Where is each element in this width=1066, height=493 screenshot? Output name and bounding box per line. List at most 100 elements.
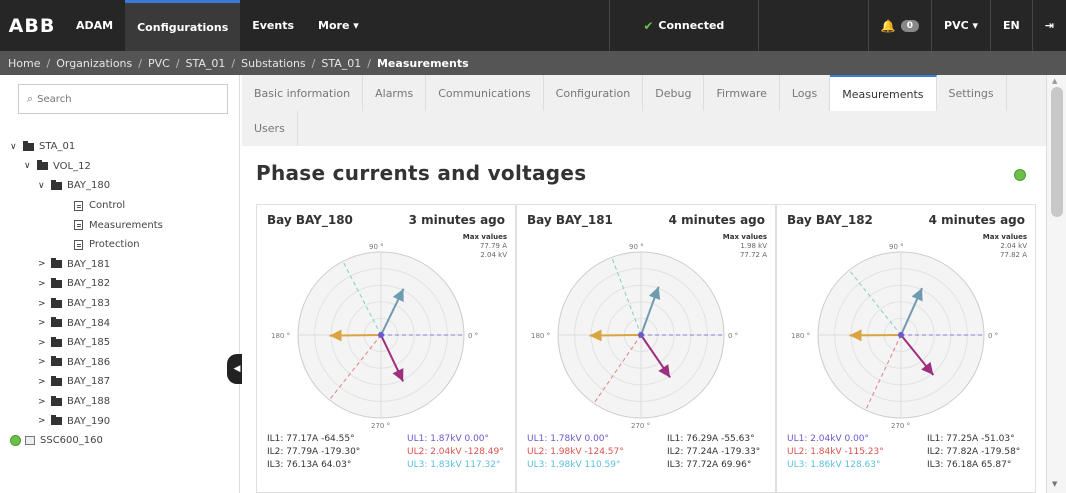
tree-item[interactable]: ∨ VOL_12: [8, 157, 238, 177]
tree-item[interactable]: > BAY_182: [8, 274, 238, 294]
tree-item[interactable]: > BAY_184: [8, 313, 238, 333]
reading-il3: IL3: 76.18A 65.87°: [927, 460, 1012, 470]
tab-logs[interactable]: Logs: [780, 75, 831, 111]
tree-item[interactable]: SSC600_160: [8, 431, 238, 451]
breadcrumb-sta01-sub[interactable]: STA_01: [321, 57, 361, 70]
main-content: Phase currents and voltages Bay BAY_180 3…: [242, 146, 1046, 493]
chevron-right-icon[interactable]: >: [38, 377, 48, 387]
axis-label-right: 0 °: [988, 332, 998, 340]
abb-logo[interactable]: ABB: [0, 0, 64, 51]
tab-settings[interactable]: Settings: [937, 75, 1007, 111]
notifications-button[interactable]: 🔔 0: [869, 0, 933, 51]
tree-item[interactable]: > BAY_190: [8, 411, 238, 431]
reading-ul1: UL1: 1.78kV 0.00°: [527, 434, 610, 444]
axis-label-left: 180 °: [791, 332, 810, 340]
tab-configuration[interactable]: Configuration: [544, 75, 644, 111]
tab-communications[interactable]: Communications: [426, 75, 544, 111]
language-selector[interactable]: EN: [991, 0, 1033, 51]
search-input[interactable]: [37, 93, 208, 105]
folder-icon: [51, 336, 62, 347]
chevron-right-icon[interactable]: >: [38, 279, 48, 289]
tree-item[interactable]: > BAY_187: [8, 372, 238, 392]
card-title: Bay BAY_182: [787, 213, 873, 227]
tab-measurements[interactable]: Measurements: [830, 75, 937, 111]
online-status-icon: [10, 435, 21, 447]
nav-events[interactable]: Events: [240, 0, 306, 51]
tree-item-label: BAY_188: [67, 396, 111, 408]
page-scrollbar[interactable]: ▲ ▼: [1046, 75, 1066, 493]
folder-icon: [51, 277, 62, 288]
reading-ul1: UL1: 2.04kV 0.00°: [787, 434, 870, 444]
logout-button[interactable]: ⇥: [1033, 0, 1066, 51]
tree-item[interactable]: > BAY_185: [8, 333, 238, 353]
polar-origin: [638, 332, 644, 338]
axis-label-bottom: 270 °: [891, 422, 910, 430]
reading-il1: IL1: 76.29A -55.63°: [667, 434, 755, 444]
reading-il1: IL1: 77.17A -64.55°: [267, 434, 355, 444]
tab-users[interactable]: Users: [242, 111, 298, 146]
folder-icon: [51, 375, 62, 386]
chevron-right-icon[interactable]: >: [38, 416, 48, 426]
phasor-il2-arrow: [589, 329, 642, 342]
breadcrumb-home[interactable]: Home: [8, 57, 40, 70]
chevron-right-icon[interactable]: >: [38, 299, 48, 309]
tree-item[interactable]: > BAY_188: [8, 392, 238, 412]
organization-menu[interactable]: PVC ▾: [932, 0, 992, 51]
tab-basic-information[interactable]: Basic information: [242, 75, 364, 111]
card-title: Bay BAY_181: [527, 213, 613, 227]
axis-label-top: 90 °: [629, 243, 644, 251]
tree-item[interactable]: ∨ STA_01: [8, 137, 238, 157]
connection-status-label: Connected: [658, 19, 725, 32]
nav-configurations[interactable]: Configurations: [125, 0, 241, 51]
phasor-cards: Bay BAY_180 3 minutes ago Max values 77.79 …: [256, 204, 1036, 493]
axis-label-bottom: 270 °: [631, 422, 650, 430]
chevron-right-icon[interactable]: >: [38, 259, 48, 269]
tab-debug[interactable]: Debug: [643, 75, 705, 111]
nav-adam[interactable]: ADAM: [64, 0, 125, 51]
tree-item-label: BAY_181: [67, 258, 111, 270]
phasor-card: Bay BAY_181 4 minutes ago Max values 1.98 k…: [516, 204, 776, 493]
scroll-up-arrow-icon[interactable]: ▲: [1052, 77, 1057, 85]
tab-alarms[interactable]: Alarms: [363, 75, 427, 111]
tree-item[interactable]: > BAY_186: [8, 353, 238, 373]
tab-row-primary: Basic information Alarms Communications Con…: [242, 75, 1046, 111]
folder-icon: [51, 356, 62, 367]
tree-item-label: BAY_187: [67, 376, 111, 388]
polar-origin: [378, 332, 384, 338]
tree-item[interactable]: > BAY_181: [8, 255, 238, 275]
axis-label-right: 0 °: [468, 332, 478, 340]
check-icon: ✔: [643, 18, 654, 33]
polar-origin: [898, 332, 904, 338]
tree-item[interactable]: Protection: [8, 235, 238, 255]
breadcrumb-substations[interactable]: Substations: [241, 57, 306, 70]
scroll-down-arrow-icon[interactable]: ▼: [1052, 480, 1057, 488]
folder-icon: [51, 415, 62, 426]
scroll-thumb[interactable]: [1051, 87, 1063, 217]
chevron-right-icon[interactable]: >: [38, 397, 48, 407]
reading-ul3: UL3: 1.83kV 117.32°: [407, 460, 501, 470]
chevron-down-icon[interactable]: ∨: [24, 161, 34, 171]
document-icon: [74, 220, 83, 231]
breadcrumb-sta01[interactable]: STA_01: [186, 57, 226, 70]
tree-item[interactable]: > BAY_183: [8, 294, 238, 314]
nav-more-menu[interactable]: More ▾: [306, 0, 371, 51]
tab-firmware[interactable]: Firmware: [704, 75, 780, 111]
reading-il2: IL2: 77.79A -179.30°: [267, 447, 361, 457]
tree-item[interactable]: Control: [8, 196, 238, 216]
chevron-down-icon[interactable]: ∨: [38, 181, 48, 191]
search-box[interactable]: ⌕: [18, 84, 228, 114]
tree-item-label: Protection: [89, 239, 140, 251]
tree-item[interactable]: ∨ BAY_180: [8, 176, 238, 196]
chevron-right-icon[interactable]: >: [38, 338, 48, 348]
breadcrumb-pvc[interactable]: PVC: [148, 57, 170, 70]
chevron-right-icon[interactable]: >: [38, 357, 48, 367]
reading-il1: IL1: 77.25A -51.03°: [927, 434, 1015, 444]
breadcrumb-organizations[interactable]: Organizations: [56, 57, 132, 70]
card-timestamp: 4 minutes ago: [928, 213, 1025, 227]
chevron-down-icon[interactable]: ∨: [10, 142, 20, 152]
breadcrumb: Home / Organizations / PVC / STA_01/ Substa…: [0, 51, 1066, 75]
reading-ul1: UL1: 1.87kV 0.00°: [407, 434, 490, 444]
document-icon: [74, 200, 83, 211]
tree-item[interactable]: Measurements: [8, 215, 238, 235]
chevron-right-icon[interactable]: >: [38, 318, 48, 328]
